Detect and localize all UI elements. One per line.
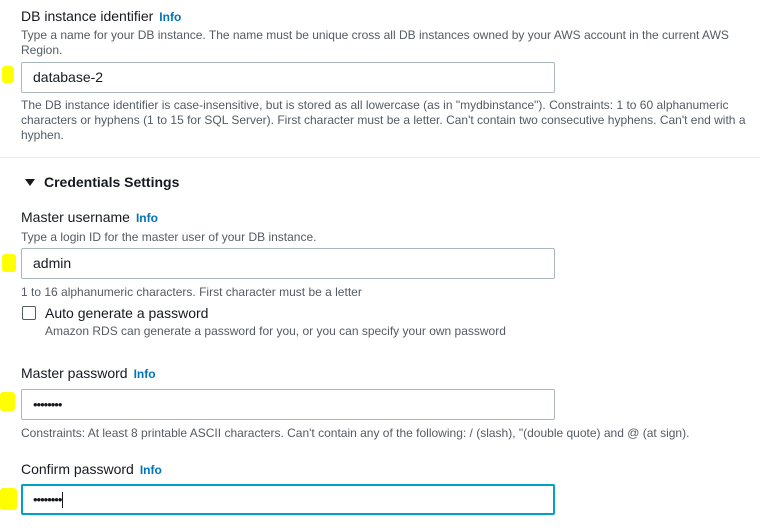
master-password-constraints: Constraints: At least 8 printable ASCII …	[21, 426, 690, 440]
credentials-section-toggle[interactable]: Credentials Settings	[25, 174, 179, 190]
db-identifier-constraints: The DB instance identifier is case-insen…	[21, 98, 746, 142]
confirm-password-input[interactable]: ••••••••	[21, 484, 555, 515]
master-username-input-value: admin	[33, 255, 72, 271]
confirm-password-label: Confirm password Info	[21, 461, 162, 477]
caret-down-icon	[25, 178, 35, 186]
auto-generate-label[interactable]: Auto generate a password	[45, 305, 208, 321]
master-username-label-text: Master username	[21, 209, 130, 225]
db-identifier-label-text: DB instance identifier	[21, 8, 154, 24]
db-identifier-input[interactable]: database-2	[21, 62, 555, 93]
master-username-description: Type a login ID for the master user of y…	[21, 230, 317, 244]
auto-generate-checkbox[interactable]	[22, 306, 36, 320]
master-username-label: Master username Info	[21, 209, 158, 225]
confirm-password-info-link[interactable]: Info	[140, 463, 162, 477]
db-identifier-label: DB instance identifier Info	[21, 8, 181, 24]
confirm-password-label-text: Confirm password	[21, 461, 134, 477]
master-password-input-value: ••••••••	[33, 397, 62, 412]
master-username-input[interactable]: admin	[21, 248, 555, 279]
confirm-password-input-value: ••••••••	[33, 492, 62, 507]
master-password-input[interactable]: ••••••••	[21, 389, 555, 420]
db-identifier-info-link[interactable]: Info	[159, 10, 181, 24]
credentials-section-title: Credentials Settings	[44, 174, 180, 190]
master-username-info-link[interactable]: Info	[136, 211, 158, 225]
master-username-constraints: 1 to 16 alphanumeric characters. First c…	[21, 285, 362, 299]
section-divider	[0, 157, 760, 158]
text-cursor	[62, 492, 64, 509]
db-identifier-input-value: database-2	[33, 69, 104, 85]
master-password-info-link[interactable]: Info	[134, 367, 156, 381]
highlight-marker	[2, 66, 14, 83]
highlight-marker	[0, 488, 17, 510]
master-password-label: Master password Info	[21, 365, 156, 381]
highlight-marker	[0, 392, 15, 411]
db-identifier-description: Type a name for your DB instance. The na…	[21, 28, 729, 57]
highlight-marker	[2, 254, 16, 272]
master-password-label-text: Master password	[21, 365, 128, 381]
auto-generate-description: Amazon RDS can generate a password for y…	[45, 324, 506, 338]
